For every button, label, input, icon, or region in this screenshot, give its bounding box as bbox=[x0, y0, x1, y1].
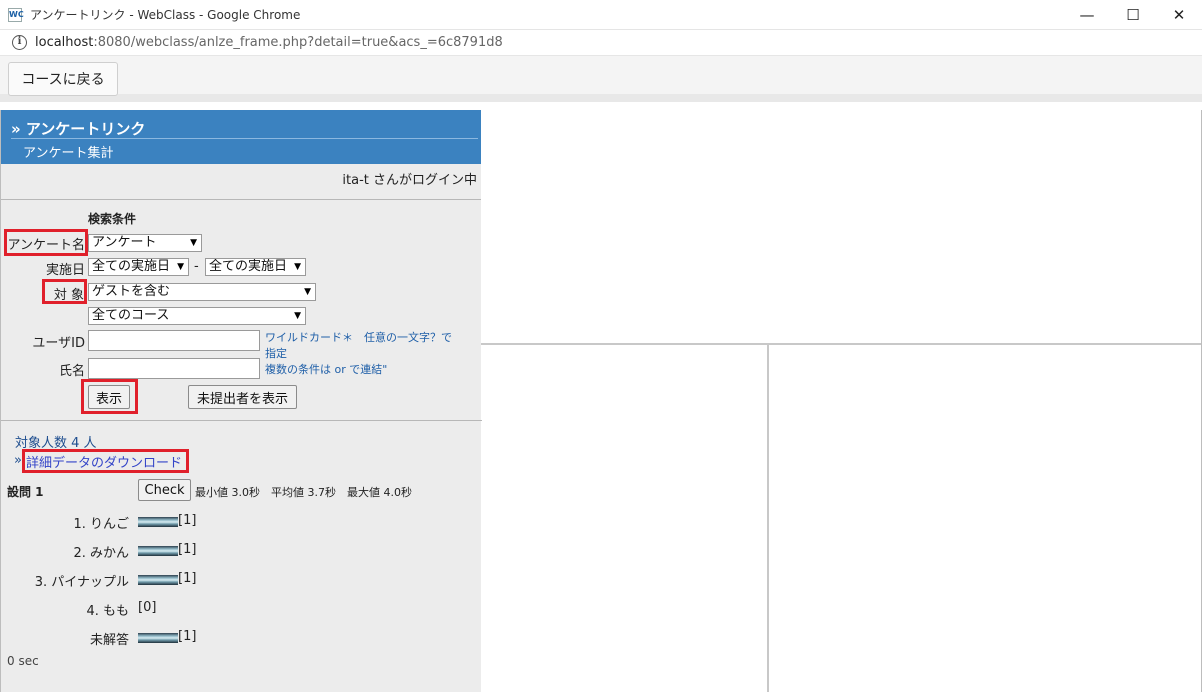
course-select-value: 全てのコース bbox=[92, 308, 170, 323]
frame-divider bbox=[767, 345, 769, 692]
frame-divider bbox=[481, 343, 1202, 345]
userid-label: ユーザID bbox=[32, 336, 85, 351]
left-frame: » アンケートリンク アンケート集計 ita-t さんがログイン中 検索条件 ア… bbox=[0, 110, 482, 692]
response-bar bbox=[138, 517, 178, 527]
dropdown-arrow-icon: ▼ bbox=[190, 238, 197, 248]
option-label: 2. みかん bbox=[73, 546, 129, 561]
hint-line: 複数の条件は or で連結" bbox=[265, 363, 388, 376]
maximize-button[interactable]: ☐ bbox=[1110, 0, 1156, 30]
top-frame: コースに戻る bbox=[0, 56, 1202, 102]
page-header: » アンケートリンク アンケート集計 bbox=[1, 110, 482, 164]
elapsed-time: 0 sec bbox=[7, 654, 39, 668]
info-icon[interactable]: i bbox=[12, 35, 27, 50]
response-bar bbox=[138, 546, 178, 556]
divider bbox=[1, 199, 482, 200]
response-bar bbox=[138, 575, 178, 585]
date-to-value: 全ての実施日 bbox=[209, 259, 288, 274]
address-bar[interactable]: i localhost:8080/webclass/anlze_frame.ph… bbox=[0, 30, 1202, 56]
close-button[interactable]: ✕ bbox=[1156, 0, 1202, 30]
check-button[interactable]: Check bbox=[138, 479, 191, 501]
date-from-value: 全ての実施日 bbox=[92, 259, 171, 274]
dropdown-arrow-icon: ▼ bbox=[304, 287, 311, 297]
header-divider bbox=[11, 138, 478, 139]
survey-select[interactable]: アンケート ▼ bbox=[88, 234, 202, 252]
back-to-course-button[interactable]: コースに戻る bbox=[8, 62, 118, 96]
name-input[interactable] bbox=[88, 358, 260, 379]
option-label: 4. もも bbox=[86, 604, 129, 619]
response-bar bbox=[138, 633, 178, 643]
dropdown-arrow-icon: ▼ bbox=[294, 311, 301, 321]
course-select[interactable]: 全てのコース ▼ bbox=[88, 307, 306, 325]
option-count: [0] bbox=[138, 600, 157, 615]
browser-titlebar: WC アンケートリンク - WebClass - Google Chrome —… bbox=[0, 0, 1202, 30]
divider bbox=[1, 420, 482, 421]
question-title: 設問 1 bbox=[7, 485, 44, 499]
date-label: 実施日 bbox=[45, 263, 85, 278]
show-button[interactable]: 表示 bbox=[88, 385, 130, 409]
option-count: [1] bbox=[178, 513, 197, 528]
userid-input[interactable] bbox=[88, 330, 260, 351]
url-path: :8080/webclass/anlze_frame.php?detail=tr… bbox=[93, 35, 503, 50]
show-unsubmitted-button[interactable]: 未提出者を表示 bbox=[188, 385, 297, 409]
time-stats: 最小値 3.0秒 平均値 3.7秒 最大値 4.0秒 bbox=[195, 486, 412, 499]
wildcard-hint: ワイルドカード＊ 任意の一文字？で 指定 複数の条件は or で連結" bbox=[265, 330, 475, 378]
name-label: 氏名 bbox=[58, 364, 85, 379]
date-to-select[interactable]: 全ての実施日 ▼ bbox=[205, 258, 306, 276]
date-from-select[interactable]: 全ての実施日 ▼ bbox=[88, 258, 189, 276]
option-count: [1] bbox=[178, 542, 197, 557]
option-label: 未解答 bbox=[89, 633, 129, 648]
option-label: 3. パイナップル bbox=[34, 575, 129, 590]
page-subtitle: アンケート集計 bbox=[23, 146, 114, 161]
search-heading: 検索条件 bbox=[88, 212, 137, 226]
highlight-box bbox=[22, 449, 189, 473]
option-label: 1. りんご bbox=[73, 517, 129, 532]
date-separator: - bbox=[194, 259, 199, 274]
option-count: [1] bbox=[178, 629, 197, 644]
hint-line: 指定 bbox=[265, 347, 287, 360]
url-host: localhost bbox=[35, 35, 94, 50]
webclass-favicon-icon: WC bbox=[8, 7, 24, 22]
link-prefix-icon: » bbox=[14, 453, 22, 468]
hint-line: ワイルドカード＊ 任意の一文字？で bbox=[265, 331, 452, 344]
option-count: [1] bbox=[178, 571, 197, 586]
target-select[interactable]: ゲストを含む ▼ bbox=[88, 283, 316, 301]
minimize-button[interactable]: — bbox=[1064, 0, 1110, 30]
right-top-frame bbox=[481, 110, 1202, 343]
target-select-value: ゲストを含む bbox=[92, 284, 171, 299]
dropdown-arrow-icon: ▼ bbox=[177, 262, 184, 272]
highlight-box bbox=[4, 229, 88, 256]
window-title: アンケートリンク - WebClass - Google Chrome bbox=[30, 8, 301, 22]
highlight-box bbox=[42, 279, 87, 304]
login-status: ita-t さんがログイン中 bbox=[342, 173, 477, 188]
page-title: » アンケートリンク bbox=[11, 120, 146, 138]
survey-select-value: アンケート bbox=[92, 235, 157, 250]
dropdown-arrow-icon: ▼ bbox=[294, 262, 301, 272]
